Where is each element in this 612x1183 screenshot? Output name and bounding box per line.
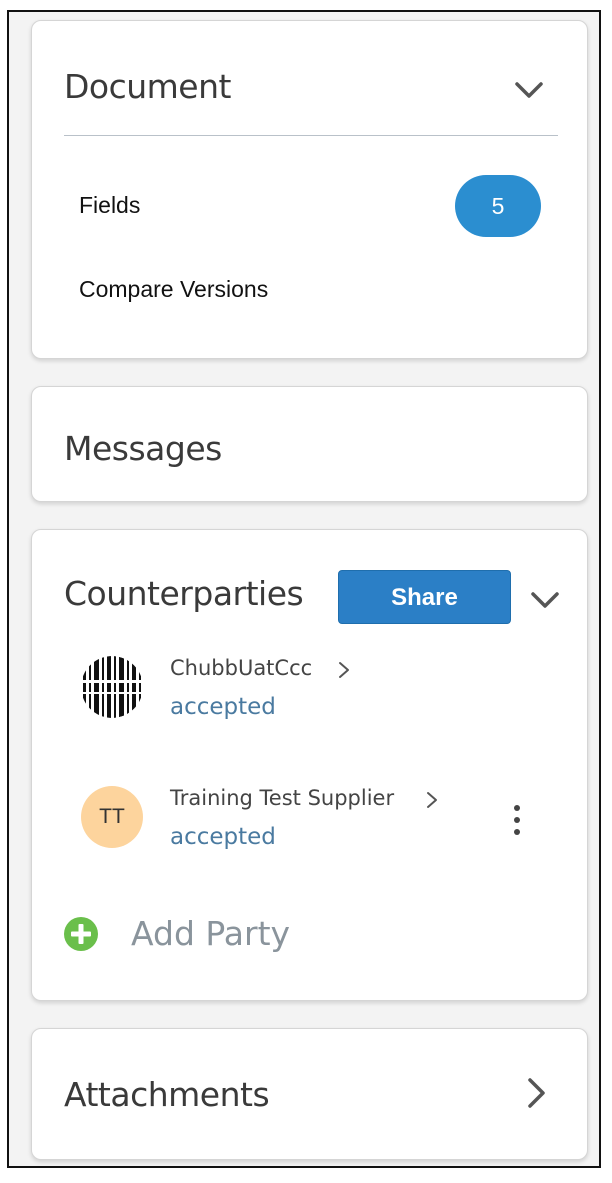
document-card: Document Fields 5 Compare Versions — [31, 20, 588, 359]
counterparties-card: Counterparties Share ChubbUatCcc accepte… — [31, 529, 588, 1001]
divider — [64, 135, 558, 136]
party-status: accepted — [170, 824, 276, 850]
party-name[interactable]: Training Test Supplier — [170, 786, 394, 810]
avatar: TT — [81, 786, 143, 848]
party-name[interactable]: ChubbUatCcc — [170, 656, 312, 680]
plus-circle-icon[interactable] — [63, 916, 99, 952]
chevron-down-icon[interactable] — [512, 73, 546, 107]
document-title: Document — [64, 67, 231, 106]
party-status: accepted — [170, 694, 276, 720]
chevron-right-icon[interactable] — [519, 1076, 553, 1110]
counterparties-title: Counterparties — [64, 574, 304, 613]
barcode-logo-avatar — [81, 656, 143, 718]
chevron-right-icon[interactable] — [424, 790, 440, 810]
fields-link[interactable]: Fields — [79, 192, 140, 219]
attachments-title: Attachments — [64, 1075, 270, 1114]
messages-title: Messages — [64, 429, 222, 468]
kebab-menu-icon[interactable] — [511, 803, 523, 837]
share-button[interactable]: Share — [338, 570, 511, 624]
add-party-button[interactable]: Add Party — [131, 914, 290, 953]
attachments-card[interactable]: Attachments — [31, 1028, 588, 1160]
chevron-down-icon[interactable] — [528, 583, 562, 617]
messages-card[interactable]: Messages — [31, 386, 588, 502]
compare-versions-link[interactable]: Compare Versions — [79, 276, 268, 303]
side-panel: Document Fields 5 Compare Versions Messa… — [7, 10, 601, 1168]
chevron-right-icon[interactable] — [336, 660, 352, 680]
fields-count-badge[interactable]: 5 — [455, 175, 541, 237]
